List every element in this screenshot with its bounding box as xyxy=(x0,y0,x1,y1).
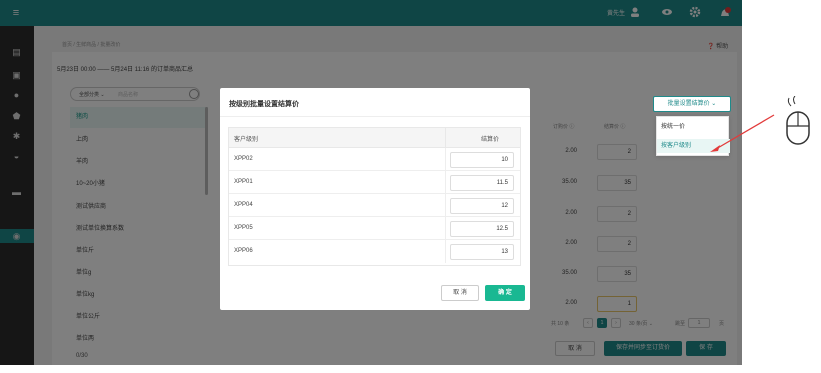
annotation-arrow xyxy=(710,114,775,152)
mouse-click-icon xyxy=(786,96,810,145)
